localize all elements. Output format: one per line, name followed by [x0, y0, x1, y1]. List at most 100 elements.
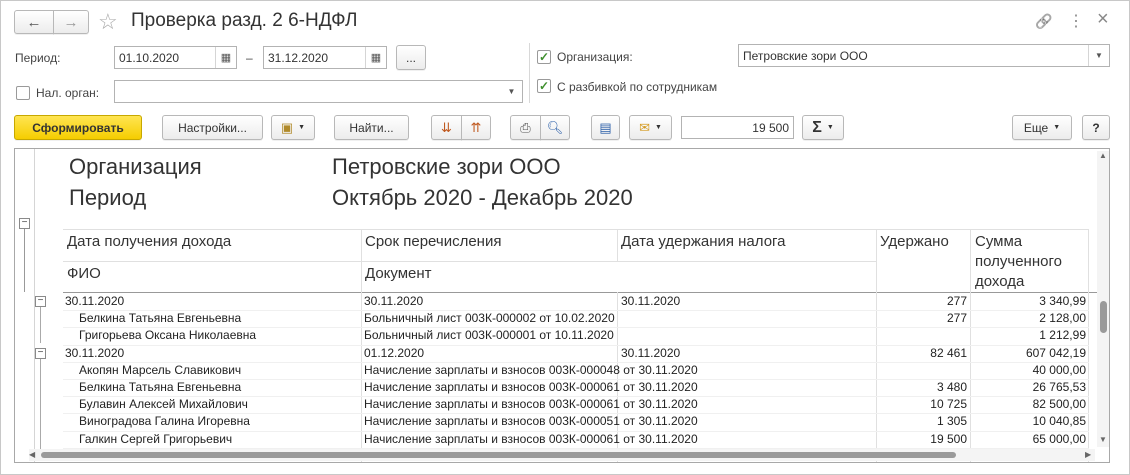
table-cell[interactable]: 01.12.2020	[364, 345, 616, 362]
table-cell[interactable]	[877, 327, 967, 344]
table-cell[interactable]: Белкина Татьяна Евгеньевна	[79, 310, 359, 327]
table-cell[interactable]: 277	[877, 310, 967, 327]
date-from-field[interactable]: 01.10.2020 ▦	[114, 46, 237, 69]
calendar-icon[interactable]: ▦	[215, 47, 236, 68]
settings-button[interactable]: Настройки...	[162, 115, 263, 140]
organization-field[interactable]: Петровские зори ООО ▼	[738, 44, 1110, 67]
table-cell[interactable]: 3 480	[877, 379, 967, 396]
col-document: Документ	[365, 265, 432, 282]
chevron-down-icon[interactable]: ▼	[501, 81, 522, 102]
arrow-right-icon: →	[63, 13, 79, 31]
table-cell[interactable]: 30.11.2020	[621, 345, 875, 362]
save-button[interactable]: ▤	[591, 115, 620, 140]
table-cell[interactable]: 30.11.2020	[364, 293, 616, 310]
table-cell-document[interactable]: Начисление зарплаты и взносов 003К-00006…	[364, 379, 698, 396]
split-by-employees-checkbox[interactable]: ✓	[537, 79, 551, 93]
collapse-header-icon[interactable]: −	[19, 218, 30, 229]
table-cell[interactable]: Галкин Сергей Григорьевич	[79, 431, 359, 448]
table-cell[interactable]: 19 500	[877, 431, 967, 448]
scroll-left-icon[interactable]: ◀	[29, 450, 35, 459]
scroll-thumb[interactable]	[41, 452, 956, 458]
date-from-value: 01.10.2020	[119, 50, 180, 65]
split-by-employees-label: С разбивкой по сотрудникам	[557, 80, 718, 94]
group-tree-line	[40, 358, 41, 461]
table-cell[interactable]: 30.11.2020	[65, 293, 359, 310]
find-button[interactable]: Найти...	[334, 115, 409, 140]
print-button[interactable]: ⎙	[510, 115, 541, 140]
table-cell[interactable]: 40 000,00	[971, 362, 1086, 379]
col-divider	[1088, 229, 1089, 462]
link-icon[interactable]: 🔗	[1035, 13, 1052, 30]
scroll-up-icon[interactable]: ▲	[1099, 151, 1107, 160]
table-cell[interactable]: 30.11.2020	[65, 345, 359, 362]
collapse-group-icon[interactable]: −	[35, 296, 46, 307]
table-cell-document[interactable]: Начисление зарплаты и взносов 003К-00005…	[364, 413, 698, 430]
vertical-scrollbar[interactable]: ▲ ▼	[1097, 151, 1109, 447]
table-cell[interactable]: Акопян Марсель Славикович	[79, 362, 359, 379]
header-top-line	[63, 229, 1089, 230]
table-cell[interactable]: 30.11.2020	[621, 293, 875, 310]
envelope-icon: ✉	[639, 120, 650, 135]
scroll-right-icon[interactable]: ▶	[1085, 450, 1091, 459]
table-cell-document[interactable]: Начисление зарплаты и взносов 003К-00006…	[364, 396, 698, 413]
table-cell[interactable]: 10 725	[877, 396, 967, 413]
send-email-button[interactable]: ✉ ▼	[629, 115, 672, 140]
find-label: Найти...	[349, 120, 394, 135]
report-spreadsheet[interactable]: − Организация Петровские зори ООО Период…	[14, 148, 1110, 463]
table-cell[interactable]: 1 212,99	[971, 327, 1086, 344]
period-select-button[interactable]: ...	[396, 45, 426, 70]
more-vertical-icon[interactable]: ⋮	[1068, 11, 1084, 31]
date-to-field[interactable]: 31.12.2020 ▦	[263, 46, 387, 69]
collapse-groups-button[interactable]: ⇈	[461, 115, 491, 140]
table-cell-document[interactable]: Больничный лист 003К-000001 от 10.11.202…	[364, 327, 614, 344]
tax-authority-field[interactable]: ▼	[114, 80, 523, 103]
star-icon[interactable]: ☆	[98, 9, 118, 35]
filter-divider	[529, 43, 530, 103]
scroll-down-icon[interactable]: ▼	[1099, 435, 1107, 444]
table-cell[interactable]: Булавин Алексей Михайлович	[79, 396, 359, 413]
help-label: ?	[1092, 120, 1100, 135]
calendar-icon[interactable]: ▦	[365, 47, 386, 68]
horizontal-scrollbar[interactable]: ◀ ▶	[29, 449, 1095, 461]
generate-button[interactable]: Сформировать	[14, 115, 142, 140]
table-cell[interactable]: 277	[877, 293, 967, 310]
tax-authority-checkbox[interactable]	[16, 86, 30, 100]
table-cell[interactable]: Григорьева Оксана Николаевна	[79, 327, 359, 344]
table-cell[interactable]: 10 040,85	[971, 413, 1086, 430]
date-to-value: 31.12.2020	[268, 50, 329, 65]
table-cell[interactable]: 2 128,00	[971, 310, 1086, 327]
close-icon[interactable]: ×	[1097, 8, 1109, 31]
table-cell[interactable]: 607 042,19	[971, 345, 1086, 362]
preview-button[interactable]: 🔍︎	[540, 115, 570, 140]
more-button[interactable]: Еще ▼	[1012, 115, 1072, 140]
organization-checkbox[interactable]: ✓	[537, 50, 551, 64]
chevron-down-icon: ▼	[654, 124, 662, 131]
table-cell[interactable]: Виноградова Галина Игоревна	[79, 413, 359, 430]
table-cell[interactable]: 3 340,99	[971, 293, 1086, 310]
back-button[interactable]: ←	[14, 10, 54, 34]
chevron-down-icon[interactable]: ▼	[1088, 45, 1109, 66]
table-cell[interactable]: 1 305	[877, 413, 967, 430]
help-button[interactable]: ?	[1082, 115, 1110, 140]
table-cell[interactable]: 65 000,00	[971, 431, 1086, 448]
table-cell-document[interactable]: Больничный лист 003К-000002 от 10.02.202…	[364, 310, 615, 327]
scroll-thumb[interactable]	[1100, 301, 1107, 333]
table-cell-document[interactable]: Начисление зарплаты и взносов 003К-00006…	[364, 431, 698, 448]
col-date-income: Дата получения дохода	[67, 233, 232, 250]
table-cell[interactable]: 26 765,53	[971, 379, 1086, 396]
table-cell-document[interactable]: Начисление зарплаты и взносов 003К-00004…	[364, 362, 698, 379]
expand-groups-button[interactable]: ⇊	[431, 115, 462, 140]
variants-dropdown-button[interactable]: ▣ ▼	[271, 115, 315, 140]
floppy-disk-icon: ▤	[599, 120, 612, 135]
table-cell[interactable]: 82 461	[877, 345, 967, 362]
sum-mode-button[interactable]: Σ ▼	[802, 115, 844, 140]
group-tree-line	[40, 307, 41, 343]
collapse-group-icon[interactable]: −	[35, 347, 46, 359]
selected-sum-field[interactable]: 19 500	[681, 116, 794, 139]
table-cell[interactable]	[877, 362, 967, 379]
table-cell[interactable]: 82 500,00	[971, 396, 1086, 413]
print-preview-icon: 🔍︎	[546, 120, 564, 135]
table-cell[interactable]: Белкина Татьяна Евгеньевна	[79, 379, 359, 396]
col-income-line1: Сумма	[975, 233, 1023, 250]
forward-button[interactable]: →	[53, 10, 89, 34]
